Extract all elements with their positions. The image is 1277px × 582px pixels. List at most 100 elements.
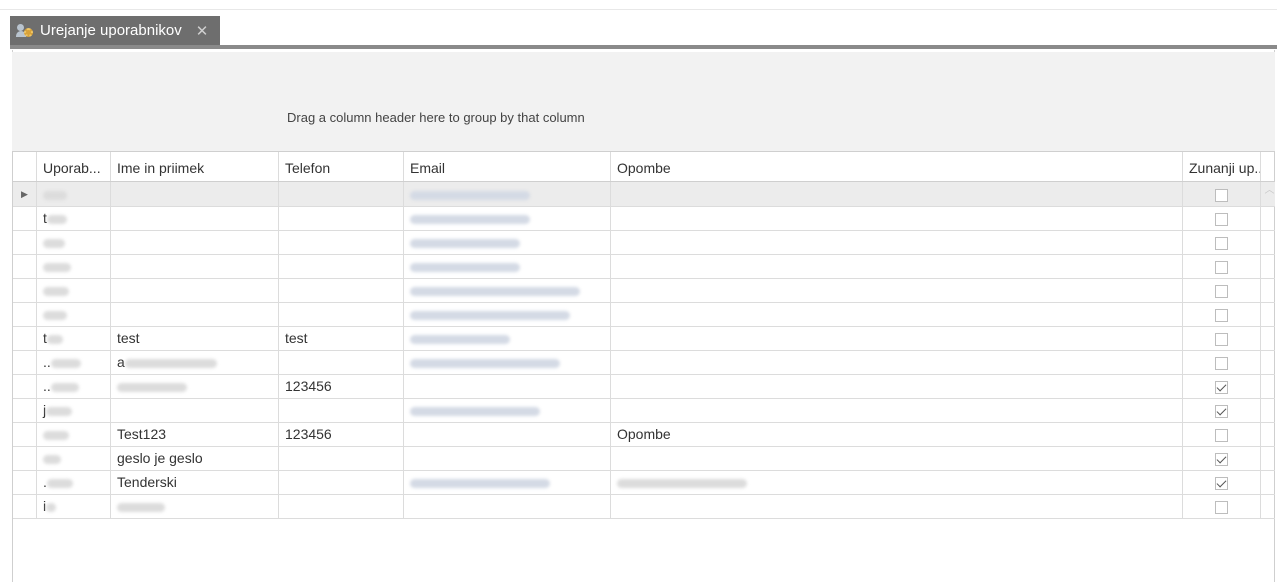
column-header-notes[interactable]: Opombe [611,152,1183,181]
cell-user[interactable] [37,278,111,302]
table-row[interactable]: .. 123456 [13,374,1275,399]
cell-notes[interactable] [611,470,1183,494]
cell-phone[interactable] [279,230,404,254]
cell-name[interactable] [111,230,279,254]
column-header-email[interactable]: Email [404,152,611,181]
cell-email[interactable] [404,326,611,350]
checkbox-unchecked[interactable] [1215,500,1228,514]
table-row[interactable]: . Tenderski [13,470,1275,495]
cell-user[interactable] [37,230,111,254]
cell-phone[interactable]: 123456 [279,374,404,398]
checkbox-unchecked[interactable] [1215,188,1228,202]
cell-phone[interactable] [279,494,404,518]
cell-notes[interactable] [611,278,1183,302]
cell-phone[interactable] [279,446,404,470]
cell-email[interactable] [404,206,611,230]
table-row[interactable]: ▶ [13,182,1275,207]
cell-email[interactable] [404,182,611,206]
column-header-user[interactable]: Uporab... [37,152,111,181]
close-icon[interactable]: ✕ [196,22,209,40]
cell-email[interactable] [404,470,611,494]
cell-user[interactable]: i [37,494,111,518]
cell-name[interactable]: Tenderski [111,470,279,494]
cell-notes[interactable] [611,350,1183,374]
cell-email[interactable] [404,446,611,470]
checkbox-checked[interactable] [1215,476,1228,490]
cell-email[interactable] [404,302,611,326]
cell-notes[interactable] [611,398,1183,422]
checkbox-checked[interactable] [1215,452,1228,466]
table-row[interactable]: j [13,398,1275,423]
cell-email[interactable] [404,422,611,446]
cell-phone[interactable] [279,182,404,206]
cell-name[interactable] [111,278,279,302]
cell-notes[interactable] [611,206,1183,230]
cell-user[interactable]: .. [37,374,111,398]
cell-user[interactable] [37,302,111,326]
cell-name[interactable]: a [111,350,279,374]
table-row[interactable]: geslo je geslo [13,446,1275,471]
cell-notes[interactable]: Opombe [611,422,1183,446]
cell-name[interactable]: geslo je geslo [111,446,279,470]
cell-email[interactable] [404,374,611,398]
cell-notes[interactable] [611,494,1183,518]
cell-user[interactable] [37,254,111,278]
cell-phone[interactable]: 123456 [279,422,404,446]
cell-phone[interactable] [279,254,404,278]
cell-name[interactable] [111,494,279,518]
table-row[interactable] [13,278,1275,303]
group-panel[interactable]: Drag a column header here to group by th… [12,52,1275,152]
checkbox-checked[interactable] [1215,380,1228,394]
cell-notes[interactable] [611,230,1183,254]
cell-notes[interactable] [611,254,1183,278]
cell-name[interactable] [111,398,279,422]
checkbox-unchecked[interactable] [1215,284,1228,298]
cell-email[interactable] [404,398,611,422]
checkbox-unchecked[interactable] [1215,236,1228,250]
cell-user[interactable]: .. [37,350,111,374]
tab-urejanje-uporabnikov[interactable]: Urejanje uporabnikov ✕ [10,16,221,45]
checkbox-unchecked[interactable] [1215,332,1228,346]
cell-name[interactable]: test [111,326,279,350]
cell-user[interactable]: t [37,326,111,350]
cell-phone[interactable] [279,470,404,494]
cell-user[interactable]: . [37,470,111,494]
table-row[interactable]: Test123 123456 Opombe [13,422,1275,447]
table-row[interactable]: i [13,494,1275,519]
cell-phone[interactable] [279,398,404,422]
table-row[interactable]: t test test [13,326,1275,351]
cell-email[interactable] [404,254,611,278]
column-header-name[interactable]: Ime in priimek [111,152,279,181]
cell-user[interactable]: t [37,206,111,230]
cell-notes[interactable] [611,446,1183,470]
cell-name[interactable]: Test123 [111,422,279,446]
cell-email[interactable] [404,350,611,374]
checkbox-unchecked[interactable] [1215,428,1228,442]
cell-name[interactable] [111,374,279,398]
cell-notes[interactable] [611,374,1183,398]
cell-notes[interactable] [611,302,1183,326]
cell-notes[interactable] [611,182,1183,206]
cell-name[interactable] [111,206,279,230]
table-row[interactable] [13,302,1275,327]
checkbox-checked[interactable] [1215,404,1228,418]
cell-user[interactable] [37,422,111,446]
cell-email[interactable] [404,230,611,254]
cell-name[interactable] [111,182,279,206]
table-row[interactable] [13,254,1275,279]
cell-user[interactable] [37,182,111,206]
cell-phone[interactable] [279,350,404,374]
cell-phone[interactable] [279,302,404,326]
cell-name[interactable] [111,254,279,278]
cell-email[interactable] [404,494,611,518]
cell-name[interactable] [111,302,279,326]
cell-phone[interactable] [279,278,404,302]
table-row[interactable] [13,230,1275,255]
checkbox-unchecked[interactable] [1215,308,1228,322]
cell-user[interactable] [37,446,111,470]
scroll-up-icon[interactable]: ︿ [1262,181,1277,196]
cell-phone[interactable] [279,206,404,230]
cell-email[interactable] [404,278,611,302]
table-row[interactable]: t [13,206,1275,231]
checkbox-unchecked[interactable] [1215,356,1228,370]
